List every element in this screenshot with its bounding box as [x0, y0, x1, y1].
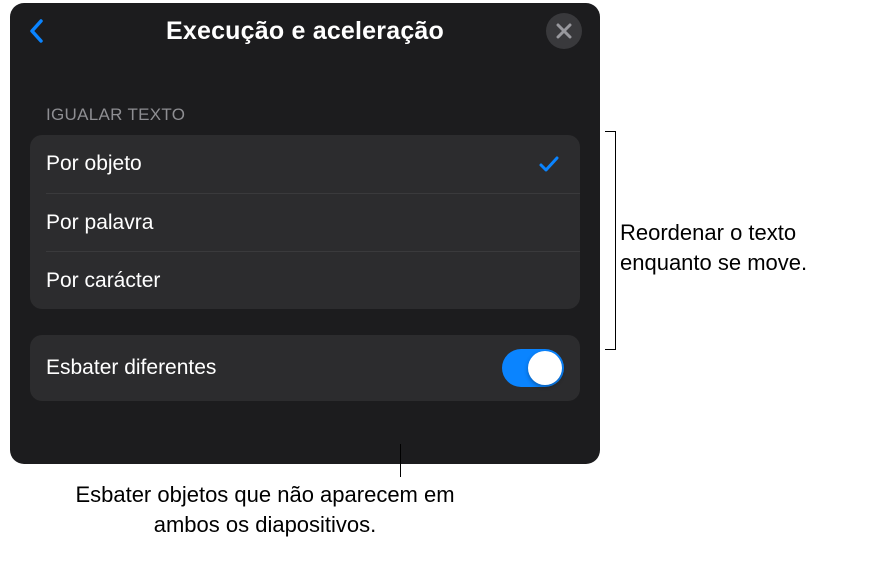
- settings-panel: Execução e aceleração Igualar texto Por …: [10, 3, 600, 464]
- callout-bracket: [602, 131, 616, 350]
- fade-toggle-label: Esbater diferentes: [46, 356, 216, 380]
- option-label: Por palavra: [46, 211, 153, 235]
- section-header-match-text: Igualar texto: [10, 55, 600, 135]
- option-label: Por carácter: [46, 269, 160, 293]
- callout-reorder-text: Reordenar o texto enquanto se move.: [620, 218, 883, 277]
- back-button[interactable]: [28, 19, 44, 43]
- match-text-list: Por objeto Por palavra Por carácter: [30, 135, 580, 309]
- panel-header: Execução e aceleração: [10, 3, 600, 55]
- option-label: Por objeto: [46, 152, 142, 176]
- close-icon: [556, 23, 572, 39]
- fade-toggle-group: Esbater diferentes: [30, 335, 580, 401]
- match-text-option-by-character[interactable]: Por carácter: [46, 251, 580, 309]
- fade-different-row: Esbater diferentes: [30, 335, 580, 401]
- close-button[interactable]: [546, 13, 582, 49]
- match-text-option-by-object[interactable]: Por objeto: [30, 135, 580, 193]
- toggle-knob: [528, 351, 562, 385]
- panel-title: Execução e aceleração: [166, 17, 444, 46]
- callout-fade-objects: Esbater objetos que não aparecem em ambo…: [60, 480, 470, 539]
- match-text-option-by-word[interactable]: Por palavra: [46, 193, 580, 251]
- fade-toggle-switch[interactable]: [502, 349, 564, 387]
- chevron-left-icon: [29, 19, 43, 43]
- callout-line: [400, 444, 401, 477]
- checkmark-icon: [538, 153, 560, 175]
